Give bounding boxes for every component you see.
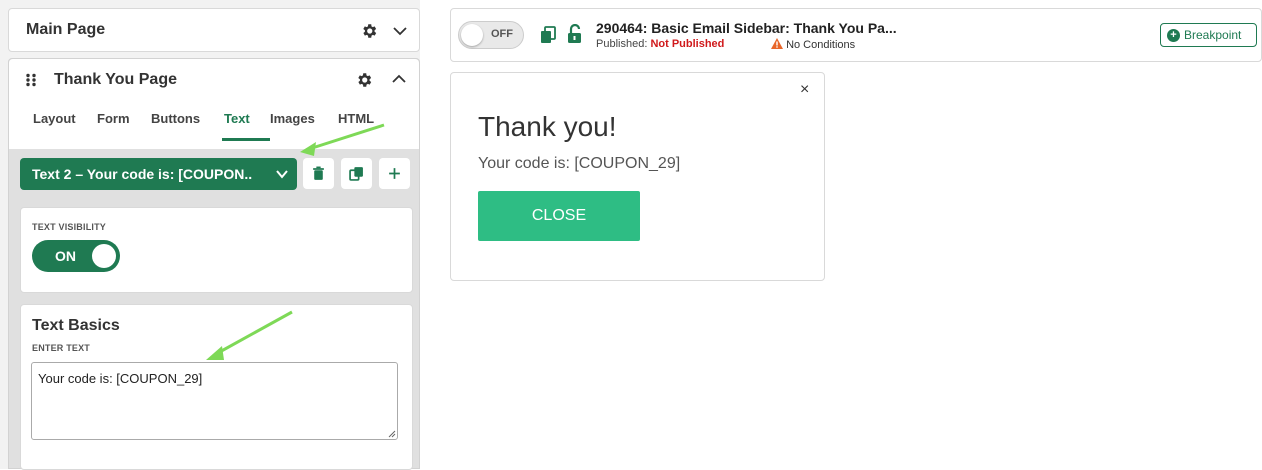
annotation-arrow — [206, 310, 293, 360]
copy-icon[interactable] — [540, 26, 556, 44]
unlock-icon[interactable] — [567, 24, 582, 44]
publish-status: Published: Not Published — [596, 38, 724, 50]
preview-close-button[interactable]: CLOSE — [478, 191, 640, 241]
preview-code-text: Your code is: [COUPON_29] — [478, 155, 681, 172]
tab-form[interactable]: Form — [97, 111, 130, 126]
toggle-knob — [461, 24, 483, 46]
close-icon[interactable]: × — [800, 81, 809, 99]
text-item-dropdown-value: Text 2 – Your code is: [COUPON.. — [32, 166, 253, 182]
text-visibility-label: TEXT VISIBILITY — [32, 222, 107, 232]
thank-you-page-title: Thank You Page — [54, 71, 177, 88]
text-basics-title: Text Basics — [32, 317, 120, 334]
main-page-section[interactable]: Main Page — [8, 8, 420, 52]
breakpoint-button[interactable]: + Breakpoint — [1160, 23, 1257, 47]
duplicate-text-button[interactable] — [341, 158, 372, 189]
campaign-status-toggle[interactable]: OFF — [458, 21, 524, 49]
delete-text-button[interactable] — [303, 158, 334, 189]
editor-panel: Main Page Thank You Page Layout Form But… — [0, 0, 420, 470]
chevron-down-icon[interactable] — [392, 23, 408, 39]
published-value: Not Published — [650, 38, 725, 50]
chevron-down-icon — [276, 170, 288, 179]
preview-heading: Thank you! — [478, 111, 617, 142]
chevron-up-icon[interactable] — [391, 71, 407, 87]
thank-you-preview: × Thank you! Your code is: [COUPON_29] C… — [450, 72, 825, 281]
campaign-header-bar: OFF 290464: Basic Email Sidebar: Thank Y… — [450, 8, 1262, 62]
drag-handle-icon[interactable] — [25, 73, 37, 87]
toggle-state-label: ON — [55, 248, 76, 264]
tab-layout[interactable]: Layout — [33, 111, 76, 126]
main-page-title: Main Page — [26, 21, 106, 38]
warning-icon — [771, 38, 783, 49]
tab-text[interactable]: Text — [224, 111, 250, 126]
annotation-arrow — [300, 123, 385, 156]
copy-icon — [349, 167, 363, 181]
plus-icon — [389, 168, 400, 179]
text-item-dropdown[interactable]: Text 2 – Your code is: [COUPON.. — [20, 158, 297, 190]
conditions-label: No Conditions — [786, 39, 856, 51]
trash-icon — [313, 166, 324, 180]
breakpoint-label: Breakpoint — [1184, 28, 1242, 42]
conditions-status: No Conditions — [771, 38, 855, 51]
add-text-button[interactable] — [379, 158, 410, 189]
text-visibility-card: TEXT VISIBILITY ON — [20, 207, 413, 293]
text-visibility-toggle[interactable]: ON — [32, 240, 120, 272]
resize-handle-icon[interactable] — [388, 430, 396, 438]
toggle-state-label: OFF — [491, 28, 513, 40]
gear-icon[interactable] — [355, 71, 373, 89]
active-tab-indicator — [222, 138, 270, 141]
tab-buttons[interactable]: Buttons — [151, 111, 200, 126]
toggle-knob — [92, 244, 116, 268]
gear-icon[interactable] — [360, 22, 378, 40]
enter-text-label: ENTER TEXT — [32, 343, 91, 353]
enter-text-field[interactable]: Your code is: [COUPON_29] — [31, 362, 398, 440]
campaign-name: 290464: Basic Email Sidebar: Thank You P… — [596, 20, 897, 36]
published-label: Published: — [596, 38, 648, 50]
plus-circle-icon: + — [1167, 29, 1180, 42]
